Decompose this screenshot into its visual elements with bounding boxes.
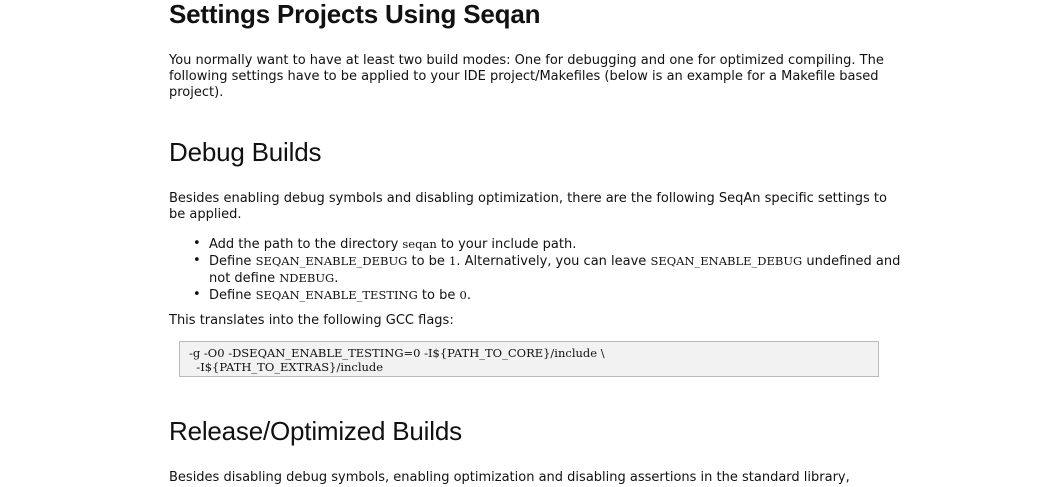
release-intro-paragraph: Besides disabling debug symbols, enablin… — [169, 470, 850, 485]
document-page: Settings Projects Using Seqan You normal… — [0, 0, 1057, 487]
gcc-flags-code-block[interactable]: -g -O0 -DSEQAN_ENABLE_TESTING=0 -I${PATH… — [179, 341, 879, 377]
inline-code: SEQAN_ENABLE_TESTING — [255, 288, 418, 302]
debug-settings-list: • Add the path to the directory seqan to… — [189, 236, 904, 304]
intro-paragraph: You normally want to have at least two b… — [169, 53, 884, 100]
inline-code: SEQAN_ENABLE_DEBUG — [255, 254, 408, 268]
bullet-icon: • — [193, 287, 201, 302]
inline-code: 0 — [459, 288, 467, 302]
inline-code: NDEBUG — [279, 271, 335, 285]
release-builds-heading: Release/Optimized Builds — [169, 416, 462, 446]
code-line: -g -O0 -DSEQAN_ENABLE_TESTING=0 -I${PATH… — [189, 346, 605, 360]
code-line: -I${PATH_TO_EXTRAS}/include — [189, 360, 384, 374]
list-item: • Define SEQAN_ENABLE_TESTING to be 0. — [193, 287, 471, 303]
bullet-icon: • — [193, 236, 201, 251]
inline-code: seqan — [402, 237, 437, 251]
debug-builds-heading: Debug Builds — [169, 137, 322, 167]
bullet-icon: • — [193, 253, 201, 268]
list-item: • Add the path to the directory seqan to… — [193, 236, 577, 252]
debug-intro-paragraph: Besides enabling debug symbols and disab… — [169, 191, 887, 222]
inline-code: SEQAN_ENABLE_DEBUG — [650, 254, 803, 268]
list-item: • Define SEQAN_ENABLE_DEBUG to be 1. Alt… — [193, 253, 901, 286]
page-title: Settings Projects Using Seqan — [169, 0, 541, 29]
gcc-flags-paragraph: This translates into the following GCC f… — [169, 313, 454, 328]
